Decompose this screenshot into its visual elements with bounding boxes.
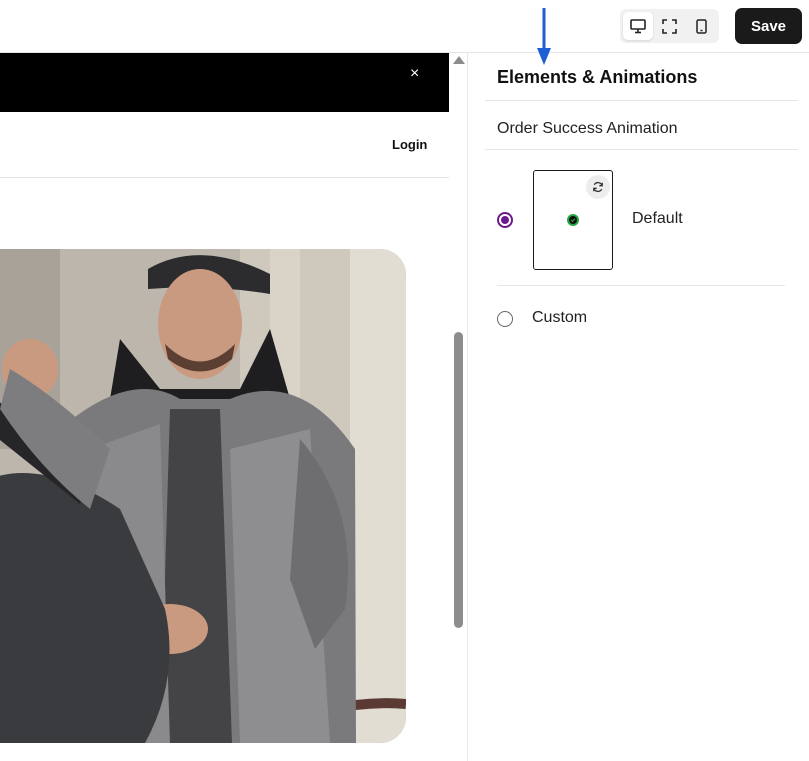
divider <box>485 100 798 101</box>
option-label-default: Default <box>632 210 683 227</box>
success-check-icon <box>567 214 579 226</box>
settings-panel: Elements & Animations Order Success Anim… <box>467 53 809 761</box>
fullscreen-view-button[interactable] <box>655 12 685 40</box>
monitor-icon <box>630 18 646 33</box>
site-header <box>0 112 449 178</box>
login-link[interactable]: Login <box>392 137 427 152</box>
top-toolbar: Save <box>0 0 809 53</box>
down-arrow-icon <box>537 8 551 65</box>
expand-icon <box>662 18 677 34</box>
announcement-bar: × <box>0 53 449 112</box>
delivery-person-illustration <box>0 249 406 743</box>
divider <box>485 149 798 150</box>
default-radio[interactable] <box>497 212 513 228</box>
save-button[interactable]: Save <box>735 8 802 44</box>
scroll-up-arrow-icon[interactable] <box>453 56 465 64</box>
custom-radio[interactable] <box>497 311 513 327</box>
refresh-button[interactable] <box>586 175 610 199</box>
preview-canvas: × Login <box>0 53 449 761</box>
divider <box>497 285 785 286</box>
mobile-view-button[interactable] <box>686 12 716 40</box>
device-switcher <box>620 9 719 43</box>
panel-title: Elements & Animations <box>497 67 698 87</box>
phone-icon <box>695 18 707 34</box>
hero-image <box>0 249 406 743</box>
desktop-view-button[interactable] <box>623 12 653 40</box>
option-label-custom: Custom <box>532 309 588 326</box>
close-icon[interactable]: × <box>410 65 419 83</box>
animation-preview-thumbnail[interactable] <box>533 170 613 270</box>
refresh-icon <box>593 181 603 193</box>
scrollbar-thumb[interactable] <box>454 332 463 628</box>
section-label: Order Success Animation <box>497 120 678 137</box>
